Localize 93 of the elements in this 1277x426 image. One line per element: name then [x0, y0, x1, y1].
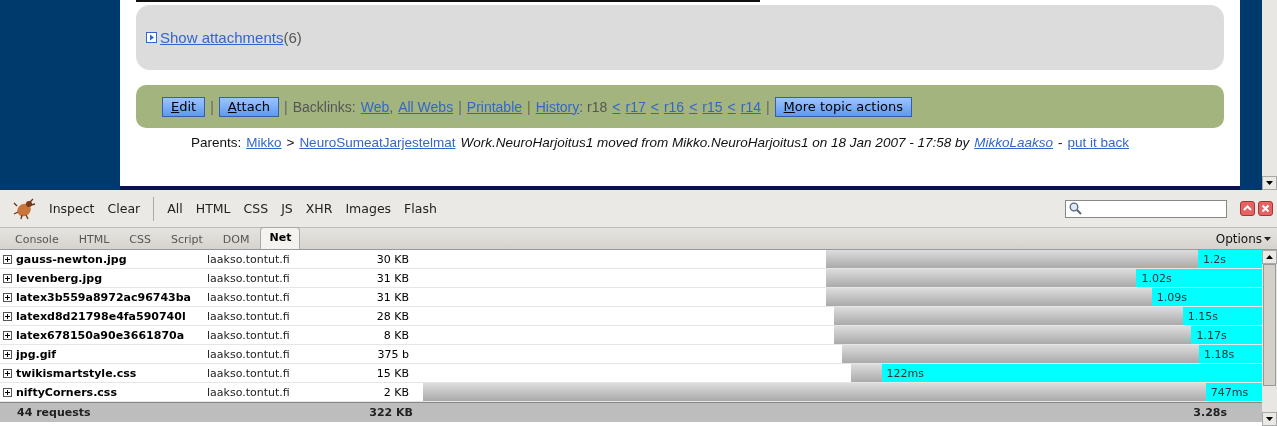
expand-icon[interactable]	[3, 311, 12, 321]
domain-cell-text: laakso.tontut.fi	[207, 385, 291, 399]
scrollbar[interactable]	[1262, 0, 1277, 190]
file-name: niftyCorners.css	[16, 385, 118, 399]
show-attachments-link[interactable]: Show attachments	[160, 29, 284, 46]
filter-button[interactable]: JS	[281, 201, 293, 216]
filter-button[interactable]: CSS	[243, 201, 269, 216]
panel-tab[interactable]: CSS	[120, 229, 160, 249]
caret-down-icon	[1264, 236, 1271, 241]
up-arrow-icon[interactable]	[1266, 255, 1273, 259]
size-cell-text: 15 KB	[375, 366, 410, 380]
link[interactable]: MikkoLaakso	[974, 135, 1053, 150]
label: >	[286, 135, 295, 150]
file-name: levenberg.jpg	[16, 271, 104, 285]
panel-tab[interactable]: HTML	[69, 229, 119, 249]
panel-tab[interactable]: DOM	[213, 229, 259, 249]
panel-tab[interactable]: Script	[161, 229, 212, 249]
expand-icon[interactable]	[3, 349, 12, 359]
total-size: 322 KB	[368, 406, 414, 419]
filter-button[interactable]: Clear	[107, 201, 141, 216]
attachment-count: (6)	[283, 29, 302, 46]
label: Parents:	[190, 135, 242, 150]
time-label: 1.02s	[1140, 271, 1172, 285]
time-label: 1.15s	[1186, 309, 1219, 323]
action-button[interactable]: More topic actions	[774, 96, 912, 117]
time-label: 1.17s	[1195, 328, 1227, 342]
filter-button[interactable]: All	[167, 201, 183, 216]
filter-button[interactable]: Inspect	[49, 201, 95, 216]
file-name: latex678150a90e3661870a	[16, 328, 186, 342]
domain-cell-text: laakso.tontut.fi	[207, 271, 291, 285]
close-icon	[1261, 204, 1270, 213]
search-field[interactable]	[1065, 199, 1227, 218]
search-icon	[1069, 202, 1082, 215]
domain-cell-text: laakso.tontut.fi	[207, 309, 291, 323]
link[interactable]: NeuroSumeatJarjestelmat	[299, 135, 456, 150]
file-name: twikismartstyle.css	[16, 366, 138, 380]
separator: |	[210, 98, 214, 115]
close-button[interactable]	[1258, 201, 1273, 216]
separator: |	[458, 98, 462, 115]
filter-button[interactable]: Images	[345, 201, 392, 216]
size-cell-text: 2 KB	[382, 385, 410, 399]
expand-icon[interactable]	[3, 254, 12, 264]
size-cell-text: 8 KB	[382, 328, 410, 342]
separator: |	[284, 98, 288, 115]
link[interactable]: put it back	[1067, 135, 1130, 150]
size-cell-text: 31 KB	[375, 290, 410, 304]
file-name: gauss-newton.jpg	[16, 252, 128, 266]
time-label: 122ms	[885, 366, 924, 380]
time-label: 747ms	[1209, 385, 1249, 399]
panel-tab[interactable]: Console	[6, 229, 68, 249]
link[interactable]: Mikko	[246, 135, 282, 150]
expand-icon[interactable]	[3, 292, 12, 302]
down-arrow-icon[interactable]	[1266, 417, 1273, 421]
size-cell-text: 375 b	[376, 347, 410, 361]
file-name: latex3b559a8972ac96743ba	[16, 290, 193, 304]
panel-tab[interactable]: Net	[260, 227, 301, 249]
size-cell-text: 28 KB	[375, 309, 410, 323]
label: -	[1058, 135, 1063, 150]
domain-cell-text: laakso.tontut.fi	[207, 252, 291, 266]
move-note: Work.NeuroHarjoitus1 moved from Mikko.NeuroHarjoitus1 on 18 Jan 2007 - 17:58 by	[460, 135, 970, 150]
domain-cell-text: laakso.tontut.fi	[207, 366, 291, 380]
size-cell-text: 30 KB	[375, 252, 410, 266]
file-name: jpg.gif	[16, 347, 58, 361]
domain-cell-text: laakso.tontut.fi	[207, 328, 291, 342]
expand-icon[interactable]	[3, 330, 12, 340]
time-label: 1.18s	[1202, 347, 1235, 361]
options-menu[interactable]: Options	[1215, 231, 1271, 246]
time-label: 1.2s	[1201, 252, 1227, 266]
down-arrow-icon[interactable]	[1266, 181, 1273, 185]
filter-button[interactable]: Flash	[404, 201, 437, 216]
separator: |	[527, 98, 531, 115]
size-cell-text: 31 KB	[375, 271, 410, 285]
total-time: 3.28s	[1192, 406, 1228, 419]
label: : r18	[579, 98, 608, 115]
time-label: 1.09s	[1155, 290, 1187, 304]
expand-icon[interactable]	[3, 368, 12, 378]
minimize-button[interactable]	[1240, 201, 1255, 216]
domain-cell-text: laakso.tontut.fi	[207, 347, 291, 361]
filter-button[interactable]: HTML	[195, 201, 231, 216]
filter-button[interactable]: XHR	[305, 201, 333, 216]
expand-icon[interactable]	[3, 273, 12, 283]
action-button[interactable]: Edit	[162, 96, 206, 117]
domain-cell-text: laakso.tontut.fi	[207, 290, 291, 304]
separator: |	[765, 98, 770, 115]
caret-up-icon	[1243, 204, 1252, 213]
bug-icon[interactable]	[12, 197, 36, 220]
label: ,	[389, 98, 394, 115]
request-count: 44 requests	[16, 406, 92, 419]
label: Backlinks:	[292, 98, 356, 115]
file-name: latexd8d21798e4fa590740l	[16, 309, 187, 323]
expand-icon[interactable]	[3, 387, 12, 397]
scrollbar[interactable]	[1262, 250, 1277, 426]
action-button[interactable]: Attach	[218, 96, 280, 117]
